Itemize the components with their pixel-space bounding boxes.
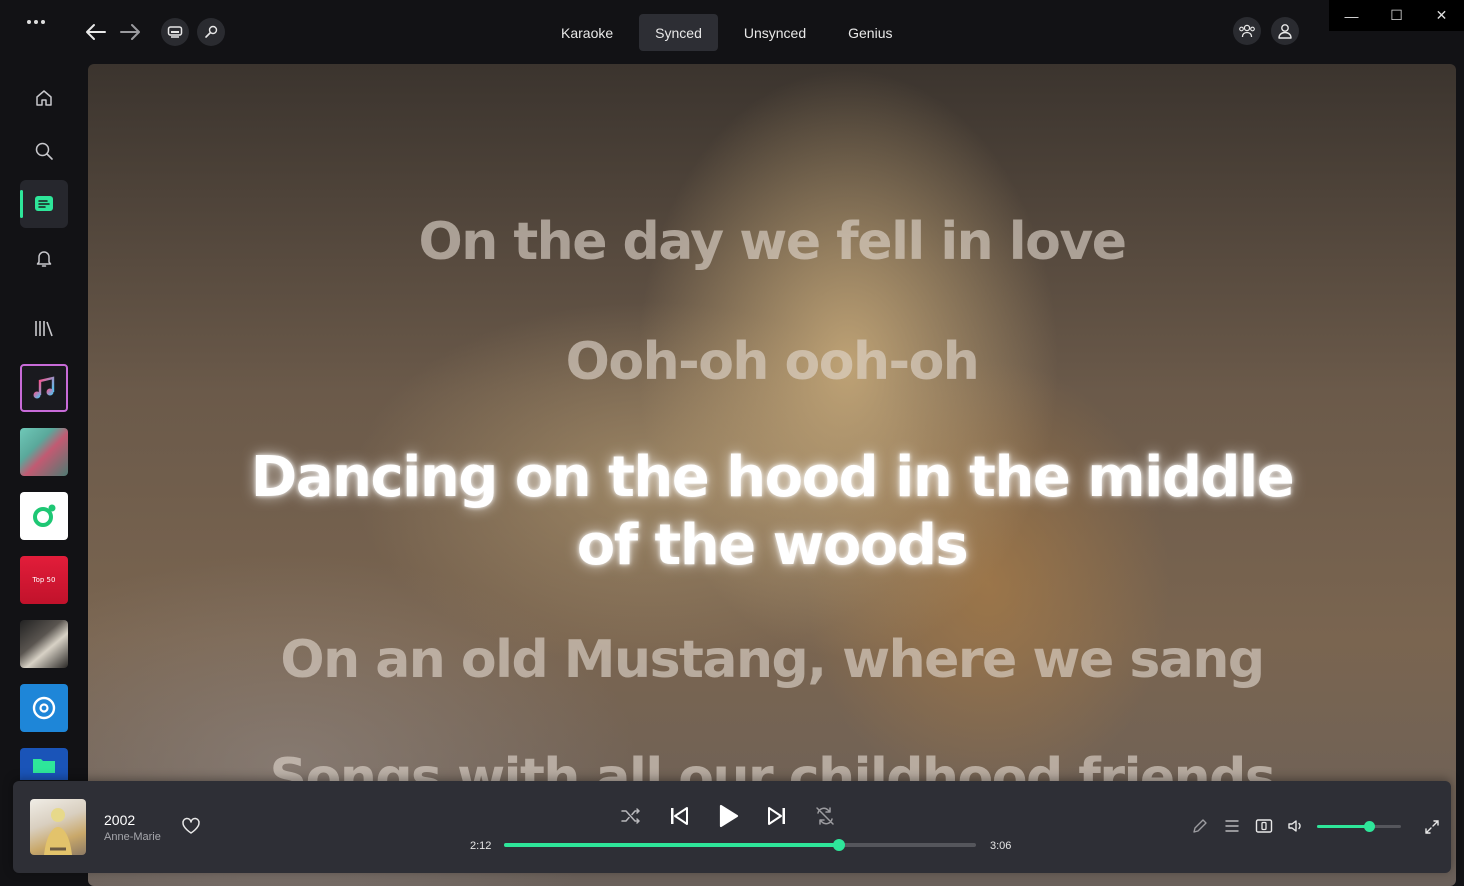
back-button[interactable] bbox=[84, 18, 108, 46]
search-icon bbox=[35, 142, 53, 160]
album-art bbox=[44, 808, 72, 855]
extra-controls bbox=[1191, 817, 1305, 835]
sidebar-item-notifications[interactable] bbox=[20, 234, 68, 282]
sidebar: Top 50 bbox=[0, 64, 88, 780]
disc-tile[interactable] bbox=[20, 684, 68, 732]
playlist-cover-1[interactable] bbox=[20, 428, 68, 476]
top50-tile[interactable]: Top 50 bbox=[20, 556, 68, 604]
tab-unsynced[interactable]: Unsynced bbox=[728, 14, 822, 51]
maximize-button[interactable]: ☐ bbox=[1374, 0, 1419, 31]
close-button[interactable]: ✕ bbox=[1419, 0, 1464, 31]
user-icon bbox=[1278, 24, 1292, 39]
menu-dot bbox=[34, 20, 38, 24]
lyrics-panel: On the day we fell in love Ooh-oh ooh-oh… bbox=[88, 64, 1456, 886]
total-duration: 3:06 bbox=[990, 840, 1012, 852]
mini-player-icon bbox=[167, 26, 183, 38]
lyric-line-next-1[interactable]: On an old Mustang, where we sang bbox=[88, 630, 1456, 690]
progress-handle[interactable] bbox=[833, 839, 846, 851]
repeat-button[interactable] bbox=[814, 805, 836, 827]
sidebar-item-home[interactable] bbox=[20, 74, 68, 122]
folder-tile[interactable] bbox=[20, 748, 68, 780]
lyric-line-previous-1[interactable]: Ooh-oh ooh-oh bbox=[88, 332, 1456, 392]
fullscreen-button[interactable] bbox=[1423, 818, 1441, 841]
sidebar-item-search[interactable] bbox=[20, 127, 68, 175]
shuffle-icon bbox=[621, 808, 640, 824]
lyric-line-current[interactable]: Dancing on the hood in the middle of the… bbox=[88, 444, 1456, 580]
previous-button[interactable] bbox=[668, 805, 690, 827]
album-cover[interactable] bbox=[30, 799, 86, 855]
play-icon bbox=[719, 804, 739, 828]
apple-music-tile[interactable] bbox=[20, 364, 68, 412]
lyrics-mode-tabs: Karaoke Synced Unsynced Genius bbox=[545, 14, 908, 51]
radio-icon bbox=[33, 504, 56, 527]
bell-icon bbox=[36, 251, 52, 267]
top-right-actions bbox=[1233, 17, 1299, 45]
queue-button[interactable] bbox=[1223, 817, 1241, 835]
progress-bar[interactable] bbox=[504, 839, 976, 851]
microphone-icon bbox=[205, 25, 218, 38]
friends-icon bbox=[1239, 24, 1255, 38]
lyrics-edit-button[interactable] bbox=[1191, 817, 1209, 835]
sidebar-item-library[interactable] bbox=[20, 304, 68, 352]
top50-label: Top 50 bbox=[32, 576, 56, 584]
window-controls: — ☐ ✕ bbox=[1329, 0, 1464, 31]
tab-synced[interactable]: Synced bbox=[639, 14, 718, 51]
next-button[interactable] bbox=[766, 805, 788, 827]
folder-icon bbox=[33, 759, 55, 773]
track-title[interactable]: 2002 bbox=[104, 812, 135, 828]
menu-dot bbox=[27, 20, 31, 24]
radio-tile[interactable] bbox=[20, 492, 68, 540]
playback-controls bbox=[620, 803, 836, 829]
disc-icon bbox=[32, 696, 56, 720]
library-icon bbox=[35, 321, 53, 337]
menu-dot bbox=[41, 20, 45, 24]
home-icon bbox=[36, 90, 52, 106]
shuffle-button[interactable] bbox=[620, 807, 642, 825]
skip-next-icon bbox=[768, 807, 785, 825]
friends-button[interactable] bbox=[1233, 17, 1261, 45]
queue-icon bbox=[1225, 820, 1239, 832]
tab-karaoke[interactable]: Karaoke bbox=[545, 14, 629, 51]
app-window: — ☐ ✕ Karaoke Synced Unsynced Genius Top… bbox=[0, 0, 1464, 886]
volume-slider[interactable] bbox=[1317, 821, 1401, 832]
lyrics-icon bbox=[35, 196, 53, 211]
repeat-off-icon bbox=[816, 807, 834, 825]
elapsed-time: 2:12 bbox=[470, 840, 492, 852]
menu-icon[interactable] bbox=[24, 14, 48, 30]
history-navigation bbox=[84, 18, 142, 46]
volume-icon bbox=[1288, 820, 1301, 832]
skip-previous-icon bbox=[671, 807, 688, 825]
expand-icon bbox=[1425, 820, 1439, 834]
arrow-left-icon bbox=[86, 24, 106, 40]
like-button[interactable] bbox=[181, 817, 201, 840]
active-indicator bbox=[20, 190, 23, 218]
profile-button[interactable] bbox=[1271, 17, 1299, 45]
lyric-line-previous-2[interactable]: On the day we fell in love bbox=[88, 212, 1456, 272]
lyrics-mic-button[interactable] bbox=[197, 18, 225, 46]
mute-button[interactable] bbox=[1287, 817, 1305, 835]
progress-fill bbox=[504, 843, 840, 847]
play-button[interactable] bbox=[716, 803, 740, 829]
mini-player-button[interactable] bbox=[161, 18, 189, 46]
playlist-cover-2[interactable] bbox=[20, 620, 68, 668]
volume-fill bbox=[1317, 825, 1370, 828]
track-artist[interactable]: Anne-Marie bbox=[104, 831, 161, 843]
minimize-button[interactable]: — bbox=[1329, 0, 1374, 31]
arrow-right-icon bbox=[120, 24, 140, 40]
volume-handle[interactable] bbox=[1364, 821, 1376, 832]
tab-genius[interactable]: Genius bbox=[832, 14, 908, 51]
devices-icon bbox=[1255, 819, 1273, 833]
heart-icon bbox=[182, 817, 200, 834]
forward-button[interactable] bbox=[118, 18, 142, 46]
player-bar: 2002 Anne-Marie 2:12 3:06 bbox=[13, 781, 1451, 873]
pencil-icon bbox=[1193, 819, 1207, 833]
sidebar-item-lyrics[interactable] bbox=[20, 180, 68, 228]
devices-button[interactable] bbox=[1255, 817, 1273, 835]
music-note-icon bbox=[33, 376, 55, 399]
